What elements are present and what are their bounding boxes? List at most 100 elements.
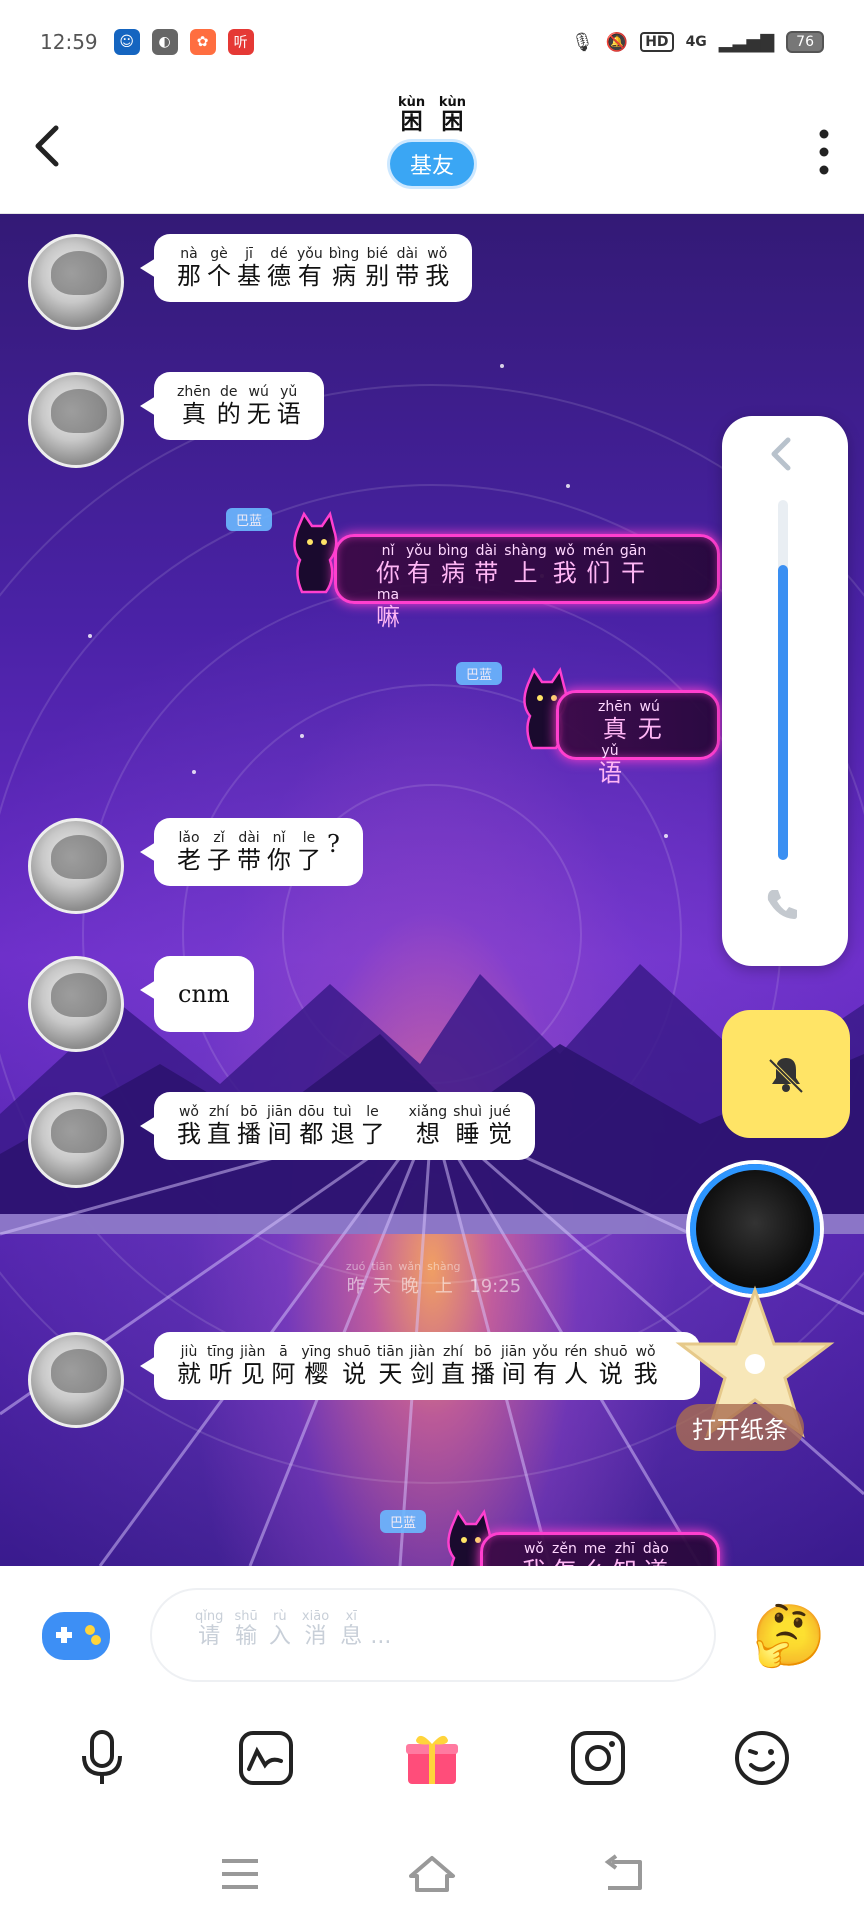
hanzi: 天 [372,1276,391,1297]
pinyin: xī [345,1609,357,1624]
hanzi: 带 [395,262,420,290]
chat-title: kùn 困 kùn 困 [395,96,469,136]
message-input[interactable]: qǐng 请 shū 输 rù 入 xiāo 消 xī 息 ... [150,1588,716,1682]
hanzi: 昨 [346,1276,365,1297]
contact-avatar[interactable] [28,1332,124,1428]
title-char: kùn 困 [439,96,466,136]
msg-char: yǔ 语 [277,384,301,428]
hanzi: 睡 [455,1120,480,1148]
msg-char: jiàn 见 [240,1344,265,1388]
gift-button[interactable] [400,1726,464,1790]
pinyin: nà [180,246,198,262]
message-bubble[interactable]: zhēn 真 de 的 wú 无 yǔ 语 [140,372,324,440]
hanzi: 病 [441,559,465,587]
pinyin: jué [489,1104,511,1120]
open-note-button[interactable]: 打开纸条 [676,1404,804,1451]
mute-status-icon: 🔕 [605,31,629,53]
camera-button[interactable] [566,1726,630,1790]
msg-char: jiàn 剑 [410,1344,435,1388]
msg-char: dōu 都 [298,1104,324,1148]
emoji-button[interactable] [730,1726,794,1790]
hanzi: 说 [342,1360,367,1388]
pinyin: jiàn [240,1344,266,1360]
msg-char: wǒ我 [522,1541,546,1566]
hanzi: 有 [533,1360,558,1388]
chat-header: kùn 困 kùn 困 基友 [0,84,864,214]
pinyin: tiān [371,1260,393,1273]
back-nav-button[interactable] [594,1850,654,1898]
msg-char: ā阿 [271,1344,295,1388]
pinyin: gān [619,543,647,559]
msg-char: zhí 直 [441,1344,465,1388]
hanzi: 播 [237,1120,261,1148]
message-bubble[interactable]: nà 那 gè 个 jī 基 dé 德 yǒu 有 bìng 病 bié 别 dài 带 wǒ 我 [139,234,473,302]
message-bubble[interactable]: wǒ 我 zhí 直 bō 播 jiān 间 dōu 都 tuì 退 le 了 xiǎng 想 … [139,1092,536,1160]
message-text: nǐ 你 yǒu 有 bìng 病 dài 带 shàng 上 wǒ 我 mén 们 gān 干… [373,543,677,631]
hanzi: 带 [237,846,261,874]
message-text: lǎo 老 zǐ 子 dài 带 nǐ 你 le 了 ? [174,830,343,874]
hanzi: 息 [340,1624,363,1649]
message-text: zhēn 真 wú 无 yǔ 语 [595,699,677,787]
chat-area[interactable]: nà 那 gè 个 jī 基 dé 德 yǒu 有 bìng 病 bié 别 dài 带 wǒ 我… [0,214,864,1566]
contact-avatar[interactable] [28,818,124,914]
contact-avatar[interactable] [28,372,124,468]
hanzi: 晚 [400,1276,419,1297]
volume-slider[interactable] [778,500,788,860]
contact-avatar[interactable] [28,1092,124,1188]
voice-button[interactable] [70,1726,134,1790]
hanzi: 嘛 [376,603,400,631]
pinyin: me [583,1541,606,1557]
title-char: kùn 困 [398,96,425,136]
message-text: zhēn 真 de 的 wú 无 yǔ 语 [174,384,304,428]
action-toolbar [0,1716,864,1826]
menu-button[interactable] [210,1850,270,1898]
relationship-badge[interactable]: 基友 [389,142,474,186]
doodle-button[interactable] [234,1726,298,1790]
video-call-avatar[interactable] [690,1164,820,1294]
gamepad-icon[interactable] [40,1606,112,1666]
msg-char: shuō 说 [594,1344,628,1388]
hanzi: 就 [177,1360,201,1388]
message-bubble[interactable]: lǎo 老 zǐ 子 dài 带 nǐ 你 le 了 ? [140,818,363,886]
contact-avatar[interactable] [28,956,124,1052]
msg-char: gān 干 [620,543,646,587]
mute-toggle-button[interactable] [722,1010,850,1138]
hanzi: 道 [643,1557,669,1566]
pinyin: ma [376,587,400,603]
app-icon-1: ☺ [113,29,140,55]
hanzi: 上 [513,559,538,587]
home-button[interactable] [402,1850,462,1898]
more-options-button[interactable] [814,124,834,180]
phone-icon[interactable] [764,886,800,931]
hanzi: 个 [207,262,231,290]
placeholder-char: qǐng 请 [195,1610,223,1650]
pinyin: wǒ [427,246,448,262]
msg-char: dào道 [643,1541,669,1566]
hanzi: 老 [177,846,201,874]
hanzi: 退 [330,1120,355,1148]
neon-message-bubble[interactable]: zhēn 真 wú 无 yǔ 语 [556,690,720,787]
msg-char: yǒu 有 [406,543,432,587]
pinyin: wǒ [554,543,575,559]
contact-avatar[interactable] [28,234,124,330]
hanzi: ? [327,830,340,858]
thinking-emoji-icon[interactable]: 🤔 [744,1596,834,1676]
hanzi: 樱 [304,1360,329,1388]
message-bubble[interactable]: jiù 就 tīng 听 jiàn 见 ā阿 yīng 樱 shuō 说 tiān 天 ji… [140,1332,700,1400]
msg-char: bìng 病 [438,543,469,587]
msg-char: wú 无 [247,384,271,428]
pinyin: zhēn [598,699,632,715]
collapse-panel-button[interactable] [766,434,796,484]
hanzi: 我 [552,559,577,587]
neon-message-bubble[interactable]: wǒ我 zěn怎 me么 zhī知 dào道 [480,1532,720,1566]
ts-char: shàng 上 [427,1260,460,1300]
neon-message-bubble[interactable]: nǐ 你 yǒu 有 bìng 病 dài 带 shàng 上 wǒ 我 mén 们 gān 干… [334,534,720,631]
pinyin: zhí [442,1344,464,1360]
pinyin: tīng [207,1344,235,1360]
hanzi: 无 [637,715,662,743]
msg-char: lǎo 老 [177,830,201,874]
hanzi: 德 [267,262,291,290]
message-bubble[interactable]: cnm [140,956,254,1032]
pinyin: bō [240,1104,258,1120]
hanzi: 怎 [552,1557,577,1566]
